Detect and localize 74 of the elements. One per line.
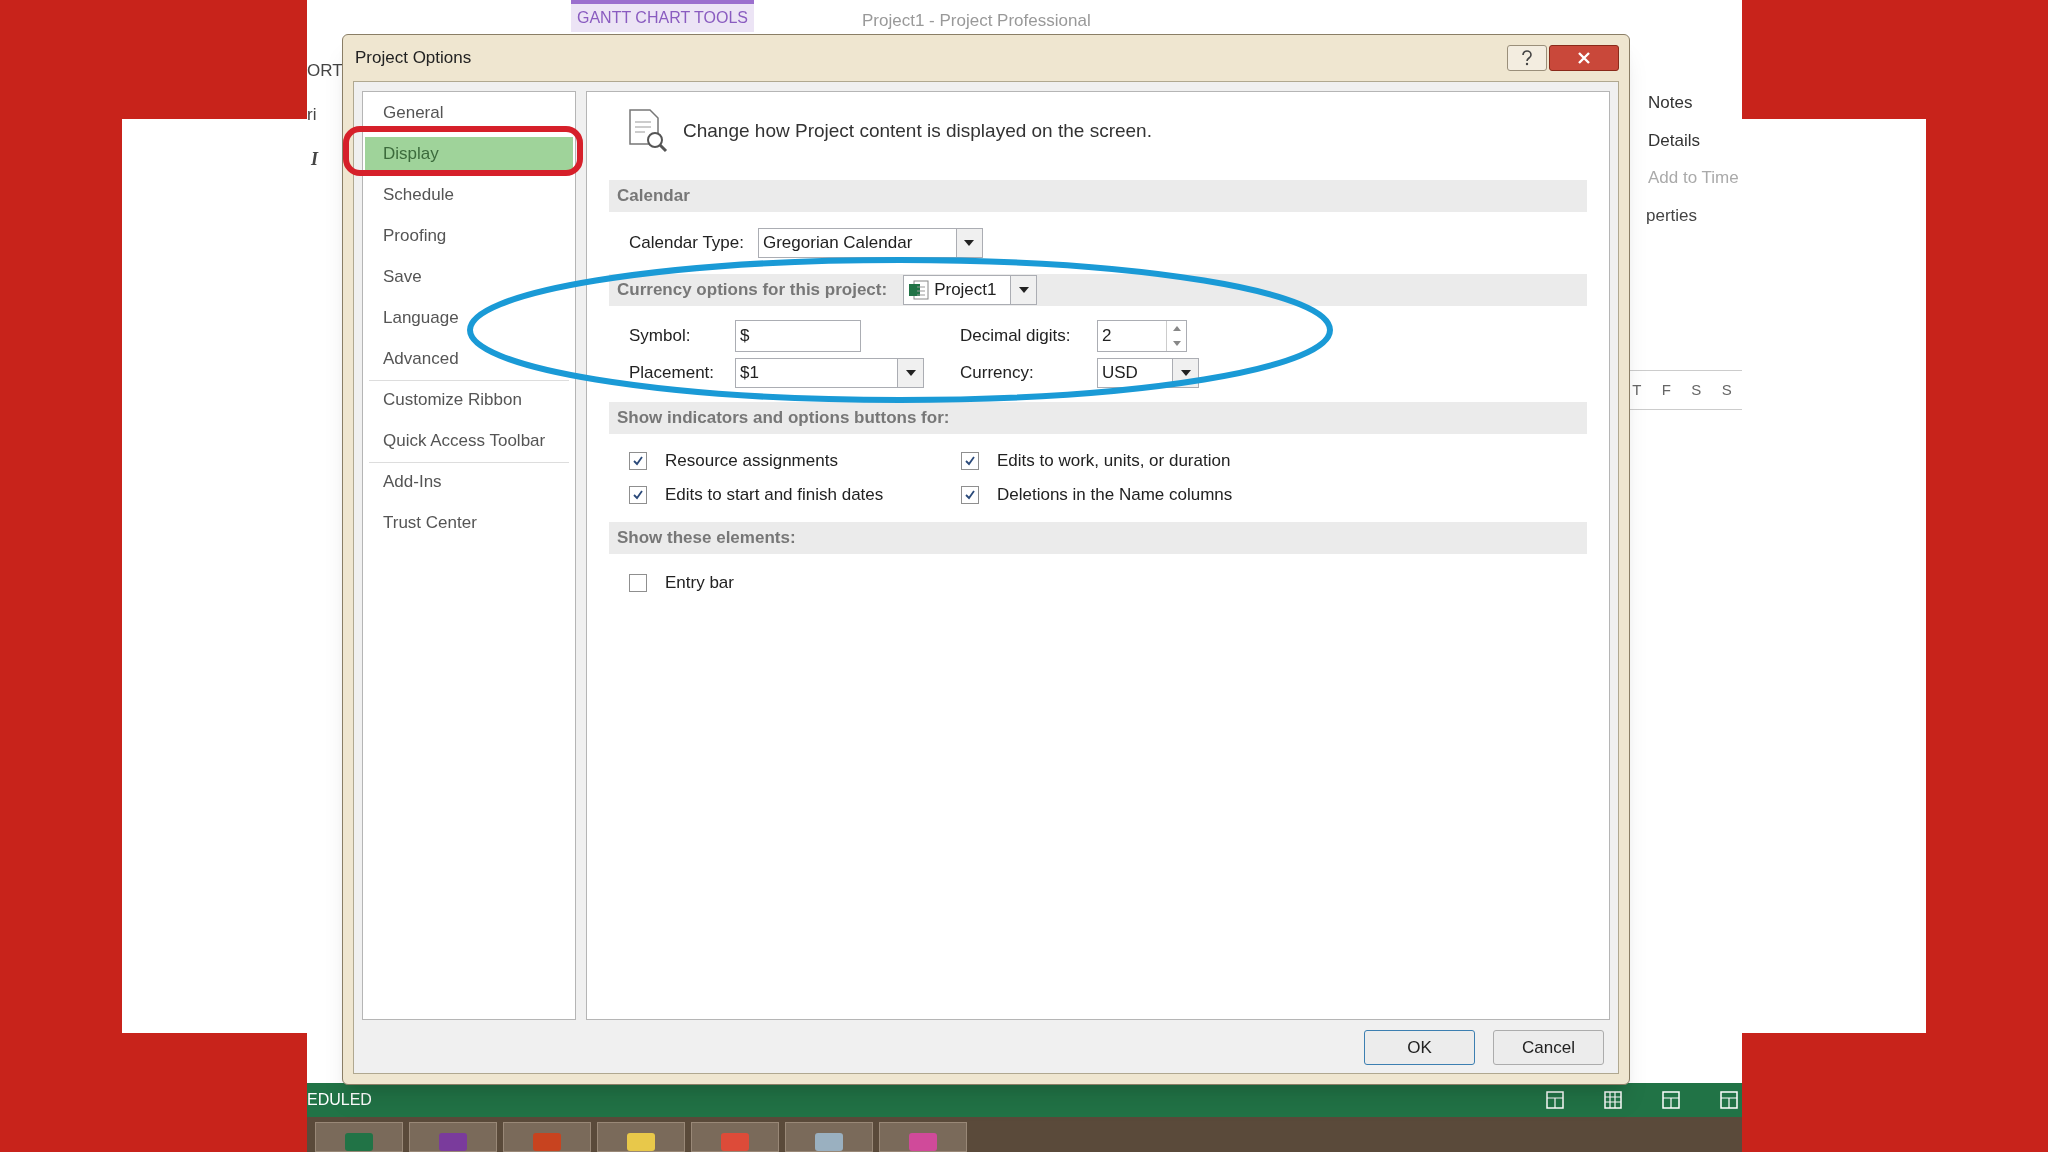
close-icon (1577, 52, 1591, 64)
field-label: Currency: (960, 362, 1035, 385)
timescale-day: F (1661, 378, 1671, 402)
caret-icon (1180, 370, 1191, 376)
section-header: Currency options for this project: Project1 (609, 274, 1587, 306)
checkbox-label: Entry bar (665, 572, 734, 595)
ribbon-command[interactable]: perties (1646, 202, 1742, 228)
project-file-icon (908, 280, 931, 300)
nav-item[interactable]: Proofing (365, 219, 573, 253)
caret-icon (1018, 287, 1029, 293)
check-icon (632, 489, 644, 501)
checkbox[interactable] (629, 574, 647, 592)
checkbox[interactable] (629, 452, 647, 470)
timescale-day: S (1691, 378, 1702, 402)
dialog-title: Project Options (354, 47, 472, 70)
spin-down-icon (1172, 341, 1181, 346)
calendar-type-dropdown[interactable]: Gregorian Calendar (758, 228, 983, 258)
field-label: Symbol: (629, 325, 692, 348)
document-search-icon (627, 108, 669, 154)
decimal-spinner[interactable]: 2 (1097, 320, 1187, 352)
spin-up-icon (1172, 326, 1181, 331)
checkbox-label: Edits to start and finish dates (665, 484, 884, 507)
nav-item[interactable]: Advanced (365, 342, 573, 376)
help-button[interactable] (1507, 45, 1547, 71)
window-title: Project1 - Project Professional (862, 10, 1091, 32)
ok-button[interactable]: OK (1364, 1030, 1475, 1065)
nav-item[interactable]: General (365, 96, 573, 130)
timescale-day: T (1632, 378, 1642, 402)
ribbon-command[interactable]: Details (1646, 127, 1742, 153)
nav-item[interactable]: Trust Center (371, 506, 567, 540)
checkbox-label: Edits to work, units, or duration (997, 450, 1231, 473)
currency-dropdown[interactable]: USD (1097, 358, 1199, 388)
checkbox[interactable] (961, 452, 979, 470)
nav-item[interactable]: Schedule (365, 178, 573, 212)
caret-icon (964, 240, 975, 246)
checkbox[interactable] (629, 486, 647, 504)
field-label: Decimal digits: (960, 325, 1072, 348)
view-icon[interactable] (1662, 1091, 1680, 1109)
checkbox-label: Resource assignments (665, 450, 838, 473)
taskbar-app-icon[interactable] (597, 1122, 685, 1152)
ribbon-command[interactable]: Notes (1646, 90, 1742, 116)
check-icon (964, 489, 976, 501)
checkbox[interactable] (961, 486, 979, 504)
section-header: Calendar (609, 180, 1587, 212)
help-icon (1521, 50, 1533, 66)
page-heading: Change how Project content is displayed on the screen. (683, 118, 1152, 143)
nav-item[interactable]: Save (365, 260, 573, 294)
nav-item[interactable]: Language (365, 301, 573, 335)
view-icon[interactable] (1720, 1091, 1738, 1109)
field-label: Calendar Type: (629, 232, 744, 255)
nav-item[interactable]: Add-Ins (371, 465, 567, 499)
view-icon[interactable] (1604, 1091, 1622, 1109)
view-icon[interactable] (1546, 1091, 1564, 1109)
check-icon (964, 455, 976, 467)
cancel-button[interactable]: Cancel (1493, 1030, 1604, 1065)
section-header: Show indicators and options buttons for: (609, 402, 1587, 434)
italic-button[interactable]: I (311, 146, 318, 173)
check-icon (632, 455, 644, 467)
field-label: Placement: (629, 362, 716, 385)
section-header: Show these elements: (609, 522, 1587, 554)
ribbon-tab[interactable]: ORT (307, 58, 343, 84)
nav-item[interactable]: Quick Access Toolbar (371, 424, 567, 458)
context-tab[interactable]: GANTT CHART TOOLS (571, 0, 754, 32)
project-dropdown[interactable]: Project1 (903, 275, 1038, 305)
symbol-field[interactable]: $ (735, 320, 861, 352)
close-button[interactable] (1549, 45, 1619, 71)
font-name-text: ri (307, 104, 317, 126)
timescale-day: S (1721, 378, 1732, 402)
placement-dropdown[interactable]: $1 (735, 358, 924, 388)
caret-icon (905, 370, 916, 376)
status-text: EDULED (307, 1090, 372, 1110)
nav-item[interactable]: Customize Ribbon (371, 383, 567, 417)
nav-item[interactable]: Display (365, 137, 573, 171)
checkbox-label: Deletions in the Name columns (997, 484, 1233, 507)
